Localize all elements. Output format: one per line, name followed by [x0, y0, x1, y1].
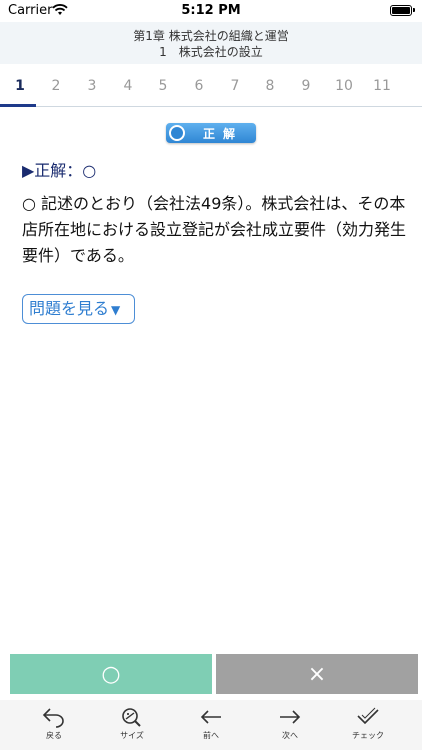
show-question-label: 問題を見る	[29, 299, 110, 318]
tab-3[interactable]: 3	[74, 78, 110, 94]
show-question-button[interactable]: 問題を見る ▼	[22, 294, 135, 324]
next-label: 次へ	[282, 731, 298, 740]
tab-5[interactable]: 5	[145, 78, 181, 94]
tab-4[interactable]: 4	[110, 78, 146, 94]
chapter-title: 第1章 株式会社の組織と運営	[133, 29, 289, 43]
explanation-text: ○ 記述のとおり（会社法49条）。株式会社は、その本店所在地における設立登記が会…	[22, 194, 407, 265]
back-arrow-icon	[42, 708, 64, 728]
next-button[interactable]: 次へ	[260, 706, 320, 741]
mark-wrong-button[interactable]: ×	[216, 654, 418, 694]
battery-icon	[390, 5, 415, 16]
circle-icon: ○	[101, 662, 121, 687]
arrow-left-icon	[200, 710, 221, 724]
result-badge: 正解	[166, 123, 256, 143]
question-header: 第1章 株式会社の組織と運営 1 株式会社の設立	[0, 22, 422, 64]
tab-10[interactable]: 10	[326, 78, 362, 94]
circle-icon	[169, 125, 185, 141]
prev-label: 前へ	[203, 731, 219, 740]
tab-1[interactable]: 1	[2, 78, 38, 94]
clock: 5:12 PM	[181, 3, 241, 18]
tab-2[interactable]: 2	[38, 78, 74, 94]
question-tabs: 1 2 3 4 5 6 7 8 9 10 11	[0, 64, 422, 108]
bottom-toolbar: 戻る サイズ 前へ 次へ チェック	[0, 700, 422, 750]
checkmark-icon	[357, 707, 379, 725]
cross-icon: ×	[307, 662, 327, 687]
tab-8[interactable]: 8	[252, 78, 288, 94]
status-bar: Carrier 5:12 PM	[0, 0, 422, 22]
check-label: チェック	[352, 731, 384, 740]
tab-11[interactable]: 11	[364, 78, 400, 94]
check-button[interactable]: チェック	[338, 706, 398, 741]
result-badge-label: 正解	[202, 127, 243, 141]
size-button[interactable]: サイズ	[102, 706, 162, 741]
zoom-icon	[122, 708, 141, 727]
active-tab-indicator	[0, 104, 36, 107]
tab-6[interactable]: 6	[181, 78, 217, 94]
prev-button[interactable]: 前へ	[181, 706, 241, 741]
tab-9[interactable]: 9	[288, 78, 324, 94]
size-label: サイズ	[120, 731, 144, 740]
tab-7[interactable]: 7	[217, 78, 253, 94]
section-title: 1 株式会社の設立	[159, 45, 263, 59]
back-label: 戻る	[46, 731, 62, 740]
back-button[interactable]: 戻る	[24, 706, 84, 741]
triangle-down-icon: ▼	[111, 303, 121, 317]
arrow-right-icon	[280, 710, 301, 724]
mark-correct-button[interactable]: ○	[10, 654, 212, 694]
correct-answer-line: ▶正解：○	[22, 161, 97, 180]
tabs-divider	[36, 106, 422, 107]
